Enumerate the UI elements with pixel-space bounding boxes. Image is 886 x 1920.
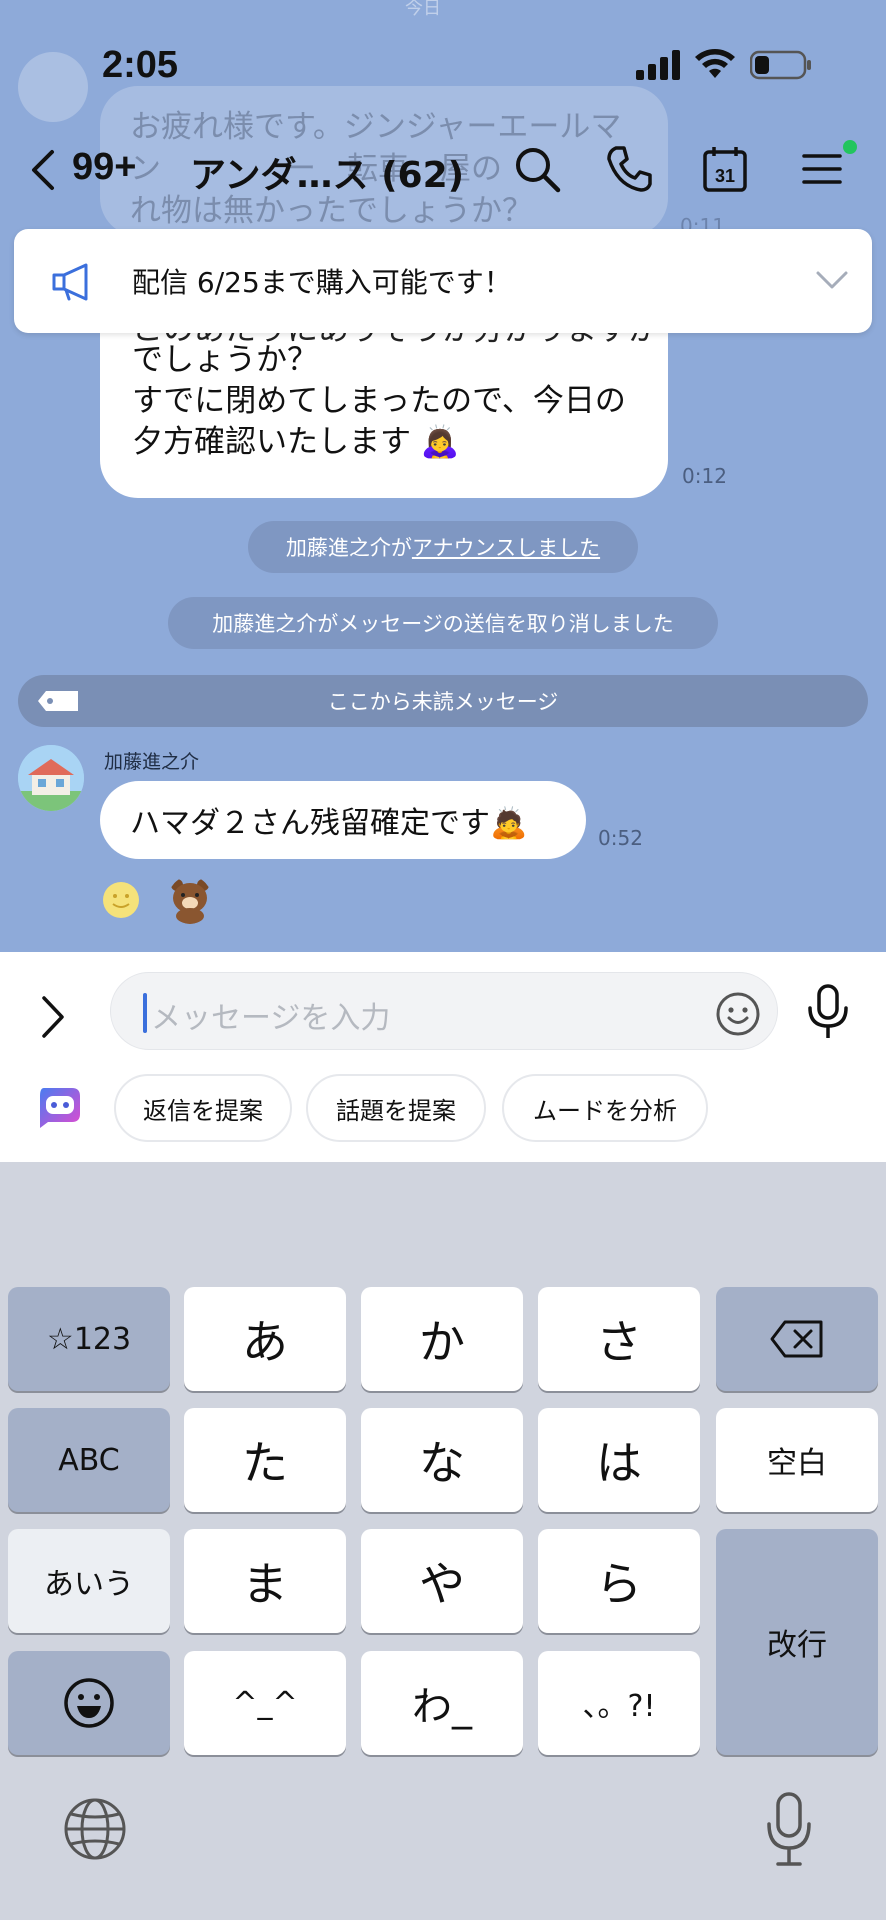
system-unsend: 加藤進之介がメッセージの送信を取り消しました <box>168 597 718 649</box>
chat-area[interactable]: 今日 お疲れ様です。ジンジャーエールマ ン ー 転車 屋の れ物は無かったでしょ… <box>0 0 886 952</box>
emoji-icon[interactable] <box>715 991 761 1037</box>
megaphone-icon <box>52 263 88 301</box>
phone-icon[interactable] <box>604 144 654 194</box>
key-punctuation[interactable]: 、。?! <box>538 1651 700 1755</box>
unread-label: ここから未読メッセージ <box>327 690 559 714</box>
composer: メッセージを入力 返信を提案 話題を提案 ムードを分析 <box>0 952 886 1162</box>
house-avatar-icon <box>18 745 84 811</box>
avatar[interactable] <box>18 745 84 811</box>
message-time: 0:12 <box>682 464 727 488</box>
incoming-message-bubble[interactable]: ハマダ２さん残留確定です🙇 <box>100 781 586 859</box>
key-abc[interactable]: ABC <box>8 1408 170 1512</box>
bear-reaction-icon[interactable] <box>168 876 212 924</box>
suggest-reply-chip[interactable]: 返信を提案 <box>114 1074 292 1142</box>
key-ra[interactable]: ら <box>538 1529 700 1633</box>
unread-count[interactable]: 99+ <box>72 146 136 189</box>
emoji-keyboard-icon <box>64 1678 114 1728</box>
enter-key[interactable]: 改行 <box>716 1529 878 1755</box>
message-bubble[interactable]: でしょうか？ すでに閉めてしまったので、今日の 夕方確認いたします 🙇‍♀️ <box>100 330 668 498</box>
analyze-mood-chip[interactable]: ムードを分析 <box>502 1074 708 1142</box>
chat-title[interactable]: アンダ…ス (62) <box>190 146 464 198</box>
dictation-mic-icon[interactable] <box>764 1792 814 1868</box>
sender-name: 加藤進之介 <box>104 751 200 773</box>
announcement-text: 配信 6/25まで購入可能です！ <box>132 266 512 299</box>
key-kana[interactable]: あいう <box>8 1529 170 1633</box>
key-ta[interactable]: た <box>184 1408 346 1512</box>
search-icon[interactable] <box>512 144 562 194</box>
svg-text:31: 31 <box>715 166 735 186</box>
text-caret <box>143 993 147 1033</box>
incoming-message-text: ハマダ２さん残留確定です🙇 <box>130 806 528 841</box>
message-text: でしょうか？ すでに閉めてしまったので、今日の 夕方確認いたします 🙇‍♀️ <box>132 342 626 460</box>
suggest-topic-chip[interactable]: 話題を提案 <box>306 1074 486 1142</box>
chat-header: 99+ アンダ…ス (62) 31 <box>0 130 886 210</box>
key-sa[interactable]: さ <box>538 1287 700 1391</box>
key-ka[interactable]: か <box>361 1287 523 1391</box>
message-input-placeholder: メッセージを入力 <box>151 1001 391 1036</box>
status-bar: 2:05 <box>0 0 886 130</box>
battery-icon <box>750 50 811 80</box>
wifi-icon <box>695 49 735 78</box>
calendar-icon[interactable]: 31 <box>700 144 750 194</box>
message-input[interactable]: メッセージを入力 <box>110 972 778 1050</box>
ai-assistant-icon[interactable] <box>34 1082 82 1128</box>
signal-icon <box>636 50 680 80</box>
key-kaomoji[interactable]: ^_^ <box>184 1651 346 1755</box>
chevron-right-icon[interactable] <box>38 994 68 1040</box>
system-announce-prefix: 加藤進之介が <box>285 536 412 560</box>
key-na[interactable]: な <box>361 1408 523 1512</box>
menu-icon[interactable] <box>798 144 848 194</box>
key-symbols[interactable]: ☆123 <box>8 1287 170 1391</box>
globe-icon[interactable] <box>62 1796 128 1862</box>
microphone-icon[interactable] <box>806 984 850 1040</box>
emoji-key[interactable] <box>8 1651 170 1755</box>
status-time: 2:05 <box>102 44 179 86</box>
system-announce-link[interactable]: アナウンスしました <box>412 532 600 562</box>
announcement-banner[interactable]: 配信 6/25まで購入可能です！ <box>14 229 872 333</box>
key-a[interactable]: あ <box>184 1287 346 1391</box>
smile-reaction-icon[interactable] <box>101 880 141 920</box>
system-announce[interactable]: 加藤進之介が アナウンスしました <box>248 521 638 573</box>
key-ya[interactable]: や <box>361 1529 523 1633</box>
chevron-down-icon[interactable] <box>814 265 850 295</box>
space-key[interactable]: 空白 <box>716 1408 878 1512</box>
unread-divider: ここから未読メッセージ <box>18 675 868 727</box>
backspace-key[interactable] <box>716 1287 878 1391</box>
notification-dot <box>843 140 857 154</box>
key-ma[interactable]: ま <box>184 1529 346 1633</box>
backspace-icon <box>770 1320 823 1358</box>
key-ha[interactable]: は <box>538 1408 700 1512</box>
key-wa[interactable]: わ_ <box>361 1651 523 1755</box>
back-arrow-icon[interactable] <box>28 148 58 192</box>
incoming-message-time: 0:52 <box>598 826 643 850</box>
tag-icon <box>38 691 78 711</box>
